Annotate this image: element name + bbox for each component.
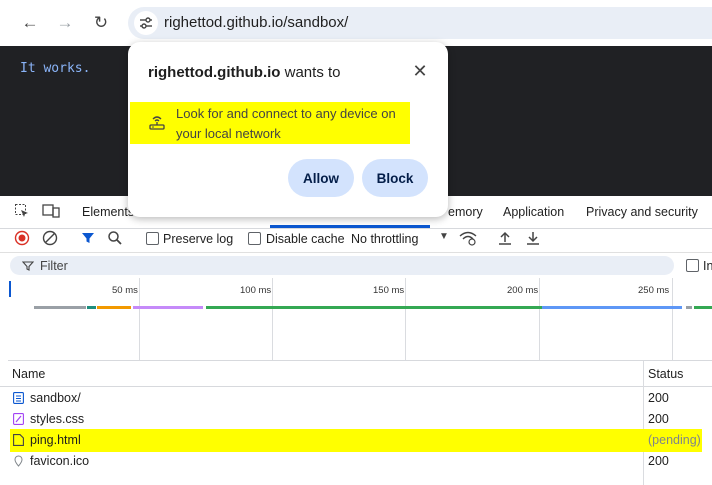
file-icon [13,434,24,446]
timeline-bar [542,306,682,309]
tab-privacy-and-security[interactable]: Privacy and security [586,205,698,219]
permission-description: Look for and connect to any device on yo… [176,104,406,144]
device-toolbar-icon[interactable] [42,203,60,219]
back-arrow-icon[interactable]: ← [16,9,44,37]
table-row[interactable]: styles.css 200 [0,409,712,430]
clear-icon[interactable] [42,230,58,246]
request-status: (pending) [648,433,701,447]
timeline-bar [34,306,86,309]
disable-cache-label: Disable cache [266,232,345,246]
timeline-bar [694,306,712,309]
timeline-gridline [405,278,406,360]
close-icon[interactable]: ✕ [410,61,430,81]
filter-funnel-icon[interactable] [80,230,96,246]
page-content-text: It works. [20,61,91,76]
request-status: 200 [648,412,669,426]
timeline-gridline [139,278,140,360]
request-name: sandbox/ [30,391,81,405]
tab-elements[interactable]: Elements [82,205,134,219]
network-conditions-icon[interactable] [459,230,477,246]
table-row[interactable]: favicon.ico 200 [0,451,712,472]
timeline-gridline [539,278,540,360]
download-icon[interactable] [525,230,541,246]
local-network-device-icon [148,113,166,131]
favicon-icon [13,455,24,467]
inspect-element-icon[interactable] [14,203,30,219]
request-name: favicon.ico [30,454,90,468]
search-icon[interactable] [107,230,123,246]
permission-site: righettod.github.io [148,64,281,81]
tab-application[interactable]: Application [503,205,564,219]
timeline-bar [133,306,203,309]
timeline-bar [87,306,96,309]
preserve-log-label: Preserve log [163,232,234,246]
forward-arrow-icon[interactable]: → [51,9,79,37]
request-status: 200 [648,391,669,405]
permission-description-line: your local network [176,126,281,141]
timeline-bar [206,306,542,309]
url-text[interactable]: righettod.github.io/sandbox/ [164,14,348,31]
upload-icon[interactable] [497,230,513,246]
timeline-tick: 150 ms [373,285,405,296]
throttling-select[interactable]: No throttling [351,232,418,246]
column-header-status[interactable]: Status [648,367,683,381]
request-name: styles.css [30,412,85,426]
permission-prompt-title: righettod.github.io wants to [148,64,341,81]
invert-label: In [703,259,712,273]
filter-icon [21,259,35,271]
request-name: ping.html [30,433,81,447]
timeline-gridline [272,278,273,360]
invert-checkbox[interactable] [686,259,699,272]
allow-button[interactable]: Allow [288,159,354,197]
table-row[interactable]: sandbox/ 200 [0,388,712,409]
timeline-tick: 50 ms [112,285,138,296]
request-table-header [0,361,712,387]
column-header-name[interactable]: Name [12,367,45,381]
preserve-log-checkbox[interactable] [146,232,159,245]
timeline-tick: 250 ms [638,285,670,296]
timeline-gridline [672,278,673,360]
permission-description-line: Look for and connect to any device on [176,106,396,121]
disable-cache-checkbox[interactable] [248,232,261,245]
timeline-start-marker [9,281,11,297]
filter-input[interactable] [10,256,674,275]
tab-memory[interactable]: emory [448,205,483,219]
site-info-icon[interactable] [134,11,158,35]
chevron-down-icon[interactable]: ▼ [439,231,449,242]
timeline-bar [97,306,131,309]
reload-icon[interactable]: ↻ [87,9,115,37]
block-button[interactable]: Block [362,159,428,197]
record-stop-icon[interactable] [14,230,30,246]
stylesheet-icon [13,413,24,425]
filter-placeholder: Filter [40,259,68,273]
table-row[interactable]: ping.html (pending) [0,430,712,451]
request-status: 200 [648,454,669,468]
document-icon [13,392,24,404]
permission-title-suffix: wants to [280,64,341,81]
timeline-tick: 100 ms [240,285,272,296]
timeline-bar [686,306,692,309]
timeline-tick: 200 ms [507,285,539,296]
